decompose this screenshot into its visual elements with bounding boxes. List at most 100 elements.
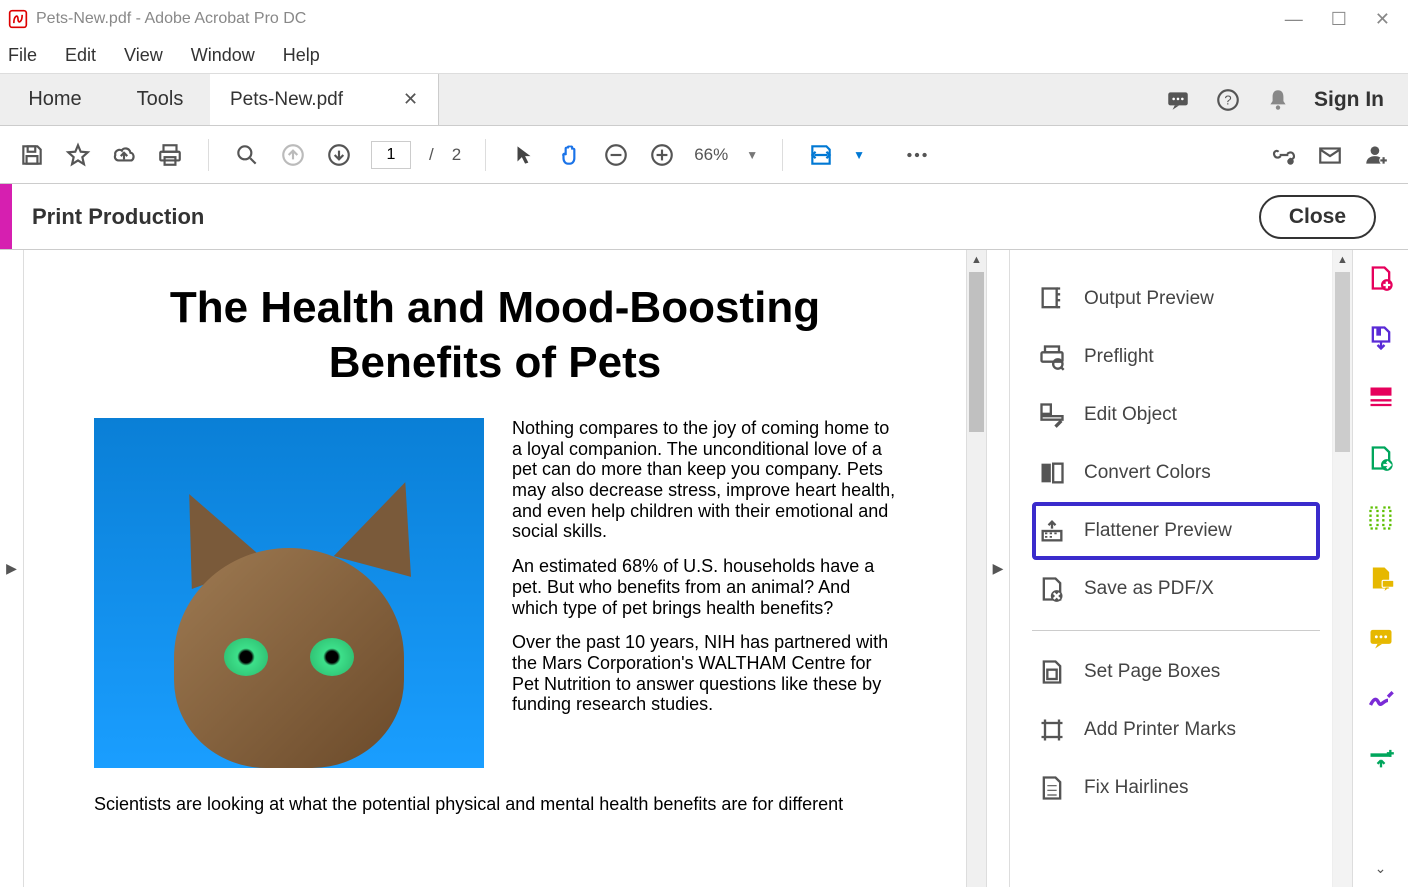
preflight-icon <box>1038 343 1066 371</box>
next-page-icon[interactable] <box>325 141 353 169</box>
tab-tools[interactable]: Tools <box>110 74 210 125</box>
panel-item-label: Output Preview <box>1084 288 1214 310</box>
panel-item-label: Preflight <box>1084 346 1154 368</box>
tab-document[interactable]: Pets-New.pdf ✕ <box>210 74 439 125</box>
panel-scrollbar[interactable]: ▲ <box>1332 250 1352 887</box>
tab-home[interactable]: Home <box>0 74 110 125</box>
strip-more-tools-icon[interactable] <box>1367 744 1395 772</box>
document-image <box>94 418 484 768</box>
menu-edit[interactable]: Edit <box>65 45 96 66</box>
print-icon[interactable] <box>156 141 184 169</box>
zoom-in-icon[interactable] <box>648 141 676 169</box>
strip-export-pdf-icon[interactable] <box>1367 324 1395 352</box>
context-title: Print Production <box>32 204 204 230</box>
context-bar: Print Production Close <box>0 184 1408 250</box>
main-toolbar: / 2 66% ▼ ▼ <box>0 126 1408 184</box>
context-close-button[interactable]: Close <box>1259 195 1376 239</box>
panel-add-printer-marks[interactable]: Add Printer Marks <box>1032 701 1320 759</box>
zoom-caret-icon[interactable]: ▼ <box>746 148 758 162</box>
chevron-right-icon: ▶ <box>6 560 17 577</box>
menu-file[interactable]: File <box>8 45 37 66</box>
panel-item-label: Add Printer Marks <box>1084 719 1236 741</box>
strip-chevron-down-icon[interactable]: ⌄ <box>1375 860 1387 877</box>
window-title: Pets-New.pdf - Adobe Acrobat Pro DC <box>36 10 1285 28</box>
context-accent <box>0 184 12 249</box>
menu-view[interactable]: View <box>124 45 163 66</box>
document-para: Nothing compares to the joy of coming ho… <box>512 418 896 542</box>
email-icon[interactable] <box>1316 141 1344 169</box>
strip-organize-icon[interactable] <box>1367 384 1395 412</box>
panel-flattener-preview[interactable]: Flattener Preview <box>1032 502 1320 560</box>
more-options-icon[interactable] <box>903 141 931 169</box>
add-printer-marks-icon <box>1038 716 1066 744</box>
panel-output-preview[interactable]: Output Preview <box>1032 270 1320 328</box>
save-pdfx-icon <box>1038 575 1066 603</box>
page-separator: / <box>429 145 434 165</box>
document-text-column: Nothing compares to the joy of coming ho… <box>512 418 896 768</box>
scroll-thumb[interactable] <box>1335 272 1350 452</box>
zoom-out-icon[interactable] <box>602 141 630 169</box>
panel-separator <box>1032 630 1320 631</box>
share-link-icon[interactable] <box>1270 141 1298 169</box>
panel-edit-object[interactable]: Edit Object <box>1032 386 1320 444</box>
menu-bar: File Edit View Window Help <box>0 38 1408 74</box>
maximize-button[interactable]: ☐ <box>1331 9 1347 30</box>
title-bar: Pets-New.pdf - Adobe Acrobat Pro DC — ☐ … <box>0 0 1408 38</box>
menu-window[interactable]: Window <box>191 45 255 66</box>
help-icon[interactable]: ? <box>1214 86 1242 114</box>
strip-send-icon[interactable] <box>1367 444 1395 472</box>
hand-tool-icon[interactable] <box>556 141 584 169</box>
panel-fix-hairlines[interactable]: Fix Hairlines <box>1032 759 1320 817</box>
messages-icon[interactable] <box>1164 86 1192 114</box>
panel-item-label: Save as PDF/X <box>1084 578 1214 600</box>
strip-sign-icon[interactable] <box>1367 684 1395 712</box>
fit-width-icon[interactable] <box>807 141 835 169</box>
search-icon[interactable] <box>233 141 261 169</box>
document-heading: The Health and Mood-Boosting Benefits of… <box>94 280 896 390</box>
pointer-icon[interactable] <box>510 141 538 169</box>
save-icon[interactable] <box>18 141 46 169</box>
strip-measure-icon[interactable] <box>1367 504 1395 532</box>
edit-object-icon <box>1038 401 1066 429</box>
strip-comment-icon[interactable] <box>1367 564 1395 592</box>
minimize-button[interactable]: — <box>1285 9 1303 30</box>
share-user-icon[interactable] <box>1362 141 1390 169</box>
panel-save-as-pdfx[interactable]: Save as PDF/X <box>1032 560 1320 618</box>
tools-panel: Output Preview Preflight Edit Object Con… <box>1010 250 1352 887</box>
scroll-thumb[interactable] <box>969 272 984 432</box>
document-para: Scientists are looking at what the poten… <box>94 794 896 815</box>
panel-item-label: Edit Object <box>1084 404 1177 426</box>
strip-sticky-note-icon[interactable] <box>1367 624 1395 652</box>
left-panel-toggle[interactable]: ▶ <box>0 250 24 887</box>
star-icon[interactable] <box>64 141 92 169</box>
page-total: 2 <box>452 145 461 165</box>
sign-in-button[interactable]: Sign In <box>1314 88 1384 112</box>
tab-close-icon[interactable]: ✕ <box>403 89 418 110</box>
menu-help[interactable]: Help <box>283 45 320 66</box>
notifications-icon[interactable] <box>1264 86 1292 114</box>
panel-item-label: Flattener Preview <box>1084 520 1232 542</box>
acrobat-app-icon <box>8 9 28 29</box>
strip-create-pdf-icon[interactable] <box>1367 264 1395 292</box>
close-window-button[interactable]: ✕ <box>1375 9 1390 30</box>
fit-caret-icon[interactable]: ▼ <box>853 148 865 162</box>
tabs-bar: Home Tools Pets-New.pdf ✕ ? Sign In <box>0 74 1408 126</box>
svg-text:?: ? <box>1224 92 1231 107</box>
cloud-upload-icon[interactable] <box>110 141 138 169</box>
previous-page-icon[interactable] <box>279 141 307 169</box>
right-panel-toggle[interactable]: ▶ <box>986 250 1010 887</box>
fix-hairlines-icon <box>1038 774 1066 802</box>
document-view[interactable]: The Health and Mood-Boosting Benefits of… <box>24 250 986 887</box>
scroll-up-icon[interactable]: ▲ <box>1333 250 1352 270</box>
panel-item-label: Fix Hairlines <box>1084 777 1189 799</box>
panel-set-page-boxes[interactable]: Set Page Boxes <box>1032 643 1320 701</box>
document-scrollbar[interactable]: ▲ <box>966 250 986 887</box>
tool-shortcut-strip: ⌄ <box>1352 250 1408 887</box>
page-number-input[interactable] <box>371 141 411 169</box>
panel-convert-colors[interactable]: Convert Colors <box>1032 444 1320 502</box>
document-para: Over the past 10 years, NIH has partnere… <box>512 632 896 715</box>
scroll-up-icon[interactable]: ▲ <box>967 250 986 270</box>
panel-preflight[interactable]: Preflight <box>1032 328 1320 386</box>
convert-colors-icon <box>1038 459 1066 487</box>
zoom-level[interactable]: 66% <box>694 145 728 165</box>
